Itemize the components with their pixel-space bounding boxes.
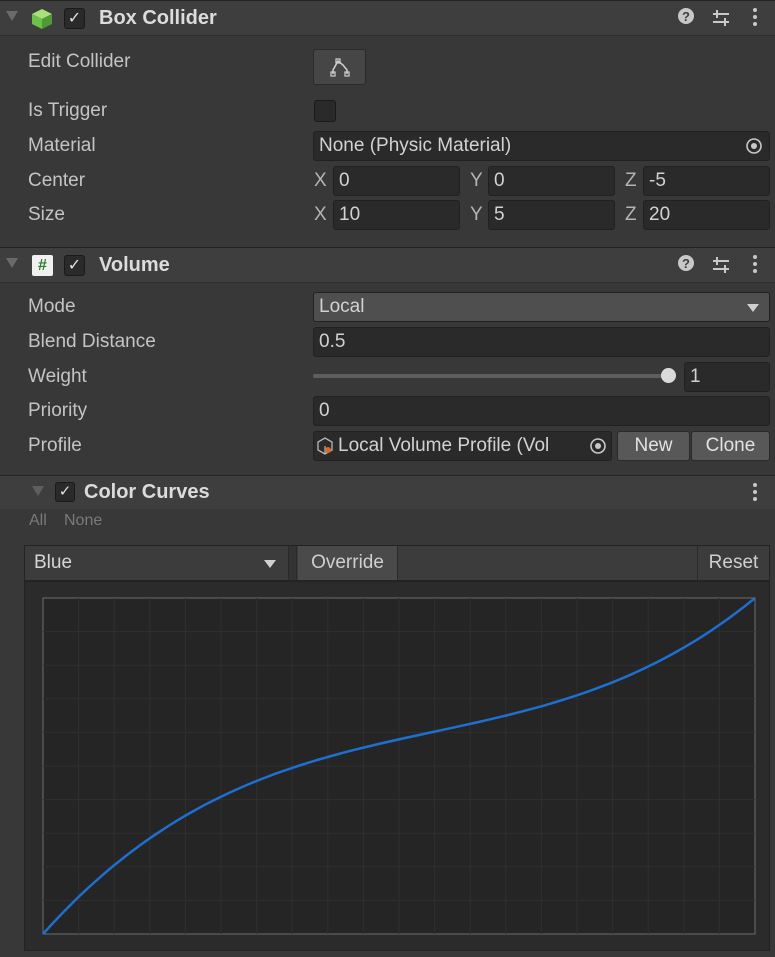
weight-slider-handle[interactable]: [661, 368, 676, 383]
help-icon[interactable]: ?: [677, 7, 695, 31]
size-y-axis-label: Y: [470, 204, 483, 225]
enabled-checkbox[interactable]: ✓: [64, 8, 85, 29]
curve-toolbar: Blue Override Reset: [24, 545, 770, 581]
box-collider-header[interactable]: ✓ Box Collider ?: [0, 0, 775, 36]
color-curves-header[interactable]: ✓ Color Curves: [0, 475, 775, 509]
foldout-arrow-icon[interactable]: [6, 11, 18, 21]
enabled-checkbox[interactable]: ✓: [55, 482, 75, 502]
size-y-field[interactable]: 5: [488, 200, 615, 230]
select-none-link[interactable]: None: [64, 512, 102, 530]
profile-value: Local Volume Profile (Vol: [338, 435, 550, 456]
mode-value: Local: [319, 296, 365, 317]
box-collider-icon: [32, 9, 52, 29]
edit-collider-label: Edit Collider: [28, 51, 131, 72]
select-all-link[interactable]: All: [29, 512, 47, 530]
edit-collider-icon: [329, 58, 350, 77]
profile-field[interactable]: Local Volume Profile (Vol: [313, 431, 612, 461]
center-z-field[interactable]: -5: [643, 166, 770, 196]
clone-profile-button[interactable]: Clone: [691, 431, 770, 461]
size-x-axis-label: X: [314, 204, 327, 225]
mode-label: Mode: [28, 296, 76, 317]
toolbar-separator: [288, 546, 297, 580]
material-field[interactable]: None (Physic Material): [313, 131, 770, 161]
reset-button[interactable]: Reset: [697, 546, 769, 580]
override-title: Color Curves: [84, 481, 210, 503]
volume-header[interactable]: # ✓ Volume ?: [0, 247, 775, 283]
weight-field[interactable]: 1: [684, 362, 770, 392]
override-toggle[interactable]: Override: [298, 546, 398, 580]
edit-collider-button[interactable]: [313, 49, 366, 85]
mode-dropdown[interactable]: Local: [313, 292, 770, 322]
menu-icon[interactable]: [752, 482, 758, 508]
weight-slider-track[interactable]: [313, 374, 671, 378]
center-y-field[interactable]: 0: [488, 166, 615, 196]
svg-text:?: ?: [682, 256, 690, 271]
curve-editor[interactable]: [24, 581, 770, 951]
profile-label: Profile: [28, 435, 82, 456]
size-z-axis-label: Z: [625, 204, 637, 225]
material-value: None (Physic Material): [319, 135, 512, 156]
foldout-arrow-icon[interactable]: [6, 258, 18, 268]
center-y-axis-label: Y: [470, 170, 483, 191]
is-trigger-checkbox[interactable]: [314, 100, 336, 122]
center-x-field[interactable]: 0: [333, 166, 460, 196]
channel-value: Blue: [34, 552, 73, 573]
priority-label: Priority: [28, 400, 88, 421]
weight-label: Weight: [28, 366, 87, 387]
menu-icon[interactable]: [752, 7, 758, 33]
size-label: Size: [28, 204, 65, 225]
presets-icon[interactable]: [711, 256, 731, 280]
is-trigger-label: Is Trigger: [28, 100, 108, 121]
foldout-arrow-icon[interactable]: [32, 486, 44, 496]
component-title: Box Collider: [99, 7, 217, 29]
volume-profile-icon: [316, 437, 334, 461]
chevron-down-icon: [747, 304, 759, 312]
script-icon: #: [32, 255, 53, 276]
size-z-field[interactable]: 20: [643, 200, 770, 230]
component-title: Volume: [99, 254, 170, 276]
size-x-field[interactable]: 10: [333, 200, 460, 230]
blend-distance-label: Blend Distance: [28, 331, 156, 352]
new-profile-button[interactable]: New: [617, 431, 690, 461]
center-x-axis-label: X: [314, 170, 327, 191]
center-label: Center: [28, 170, 86, 191]
object-picker-icon[interactable]: [588, 436, 608, 462]
center-z-axis-label: Z: [625, 170, 637, 191]
enabled-checkbox[interactable]: ✓: [64, 255, 85, 276]
blend-distance-field[interactable]: 0.5: [313, 327, 770, 357]
presets-icon[interactable]: [711, 9, 731, 33]
object-picker-icon[interactable]: [744, 136, 764, 162]
menu-icon[interactable]: [752, 254, 758, 280]
curve-graph[interactable]: [25, 582, 771, 952]
curve-grid: [43, 598, 755, 934]
channel-dropdown[interactable]: Blue: [25, 546, 288, 580]
svg-text:?: ?: [682, 9, 690, 24]
chevron-down-icon: [264, 560, 276, 568]
help-icon[interactable]: ?: [677, 254, 695, 278]
material-label: Material: [28, 135, 96, 156]
priority-field[interactable]: 0: [313, 396, 770, 426]
